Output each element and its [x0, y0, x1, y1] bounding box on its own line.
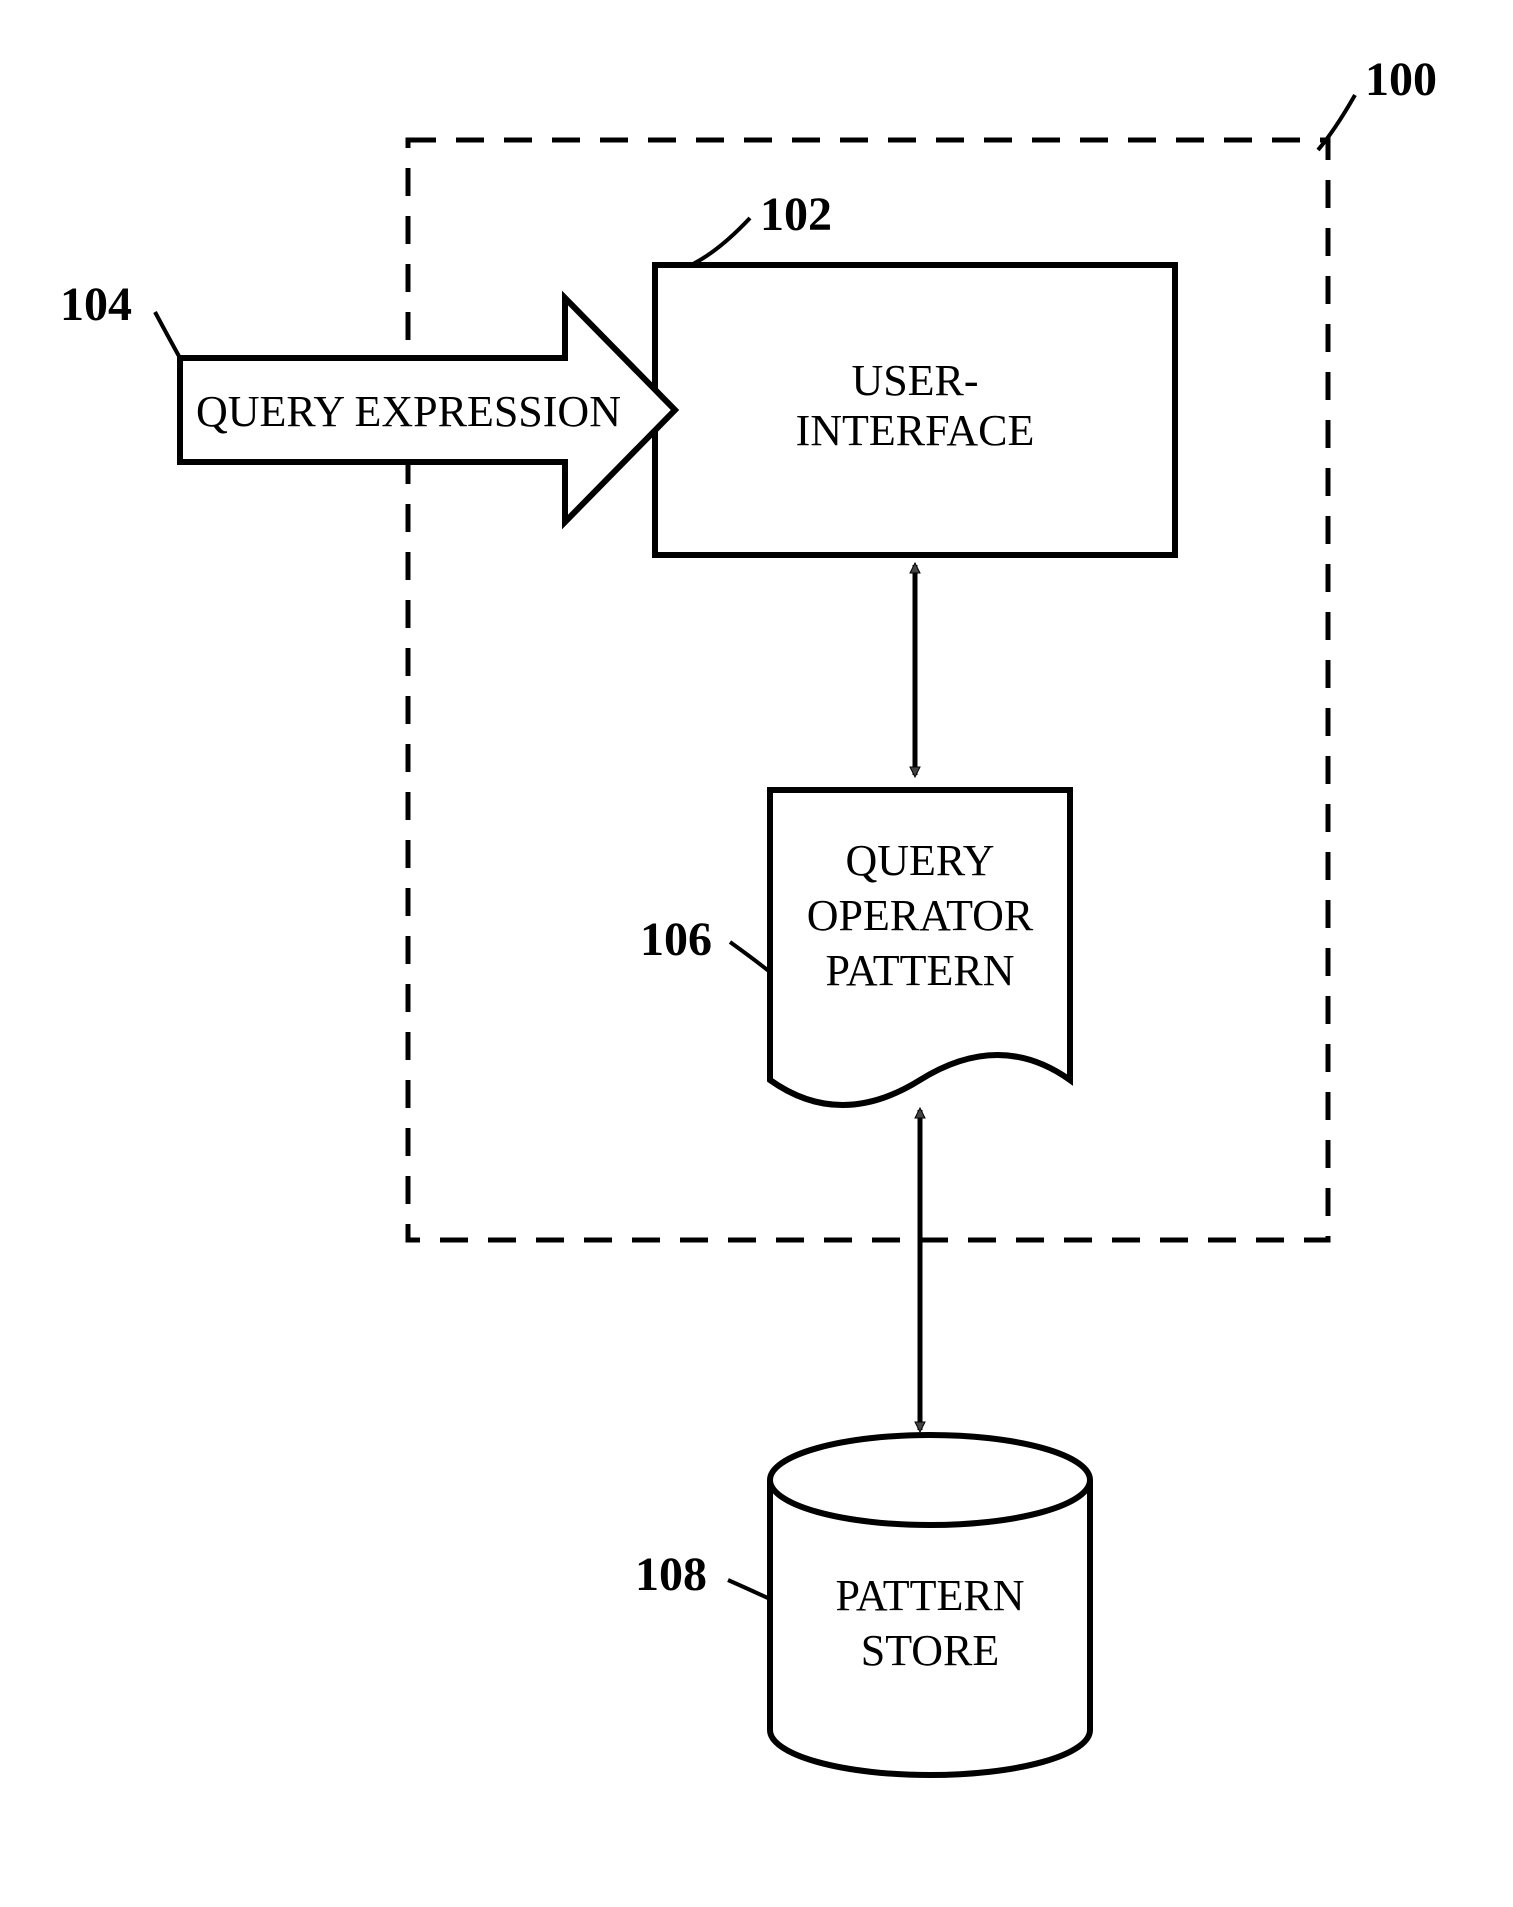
refnum-106: 106 [640, 913, 712, 966]
leader-100 [1318, 95, 1355, 150]
leader-106 [730, 942, 770, 972]
pattern-label-3: PATTERN [825, 946, 1014, 995]
store-label-1: PATTERN [835, 1571, 1024, 1620]
pattern-label-1: QUERY [845, 836, 994, 885]
refnum-100: 100 [1365, 53, 1437, 106]
leader-102 [693, 218, 750, 264]
leader-108 [728, 1580, 772, 1600]
user-interface-label-2: INTERFACE [796, 406, 1035, 455]
refnum-102: 102 [760, 188, 832, 241]
refnum-108: 108 [635, 1548, 707, 1601]
query-expression-label: QUERY EXPRESSION [196, 387, 621, 436]
pattern-label-2: OPERATOR [807, 891, 1034, 940]
refnum-104: 104 [60, 278, 132, 331]
user-interface-label-1: USER- [851, 356, 978, 405]
store-label-2: STORE [861, 1626, 1000, 1675]
leader-104 [155, 312, 180, 358]
